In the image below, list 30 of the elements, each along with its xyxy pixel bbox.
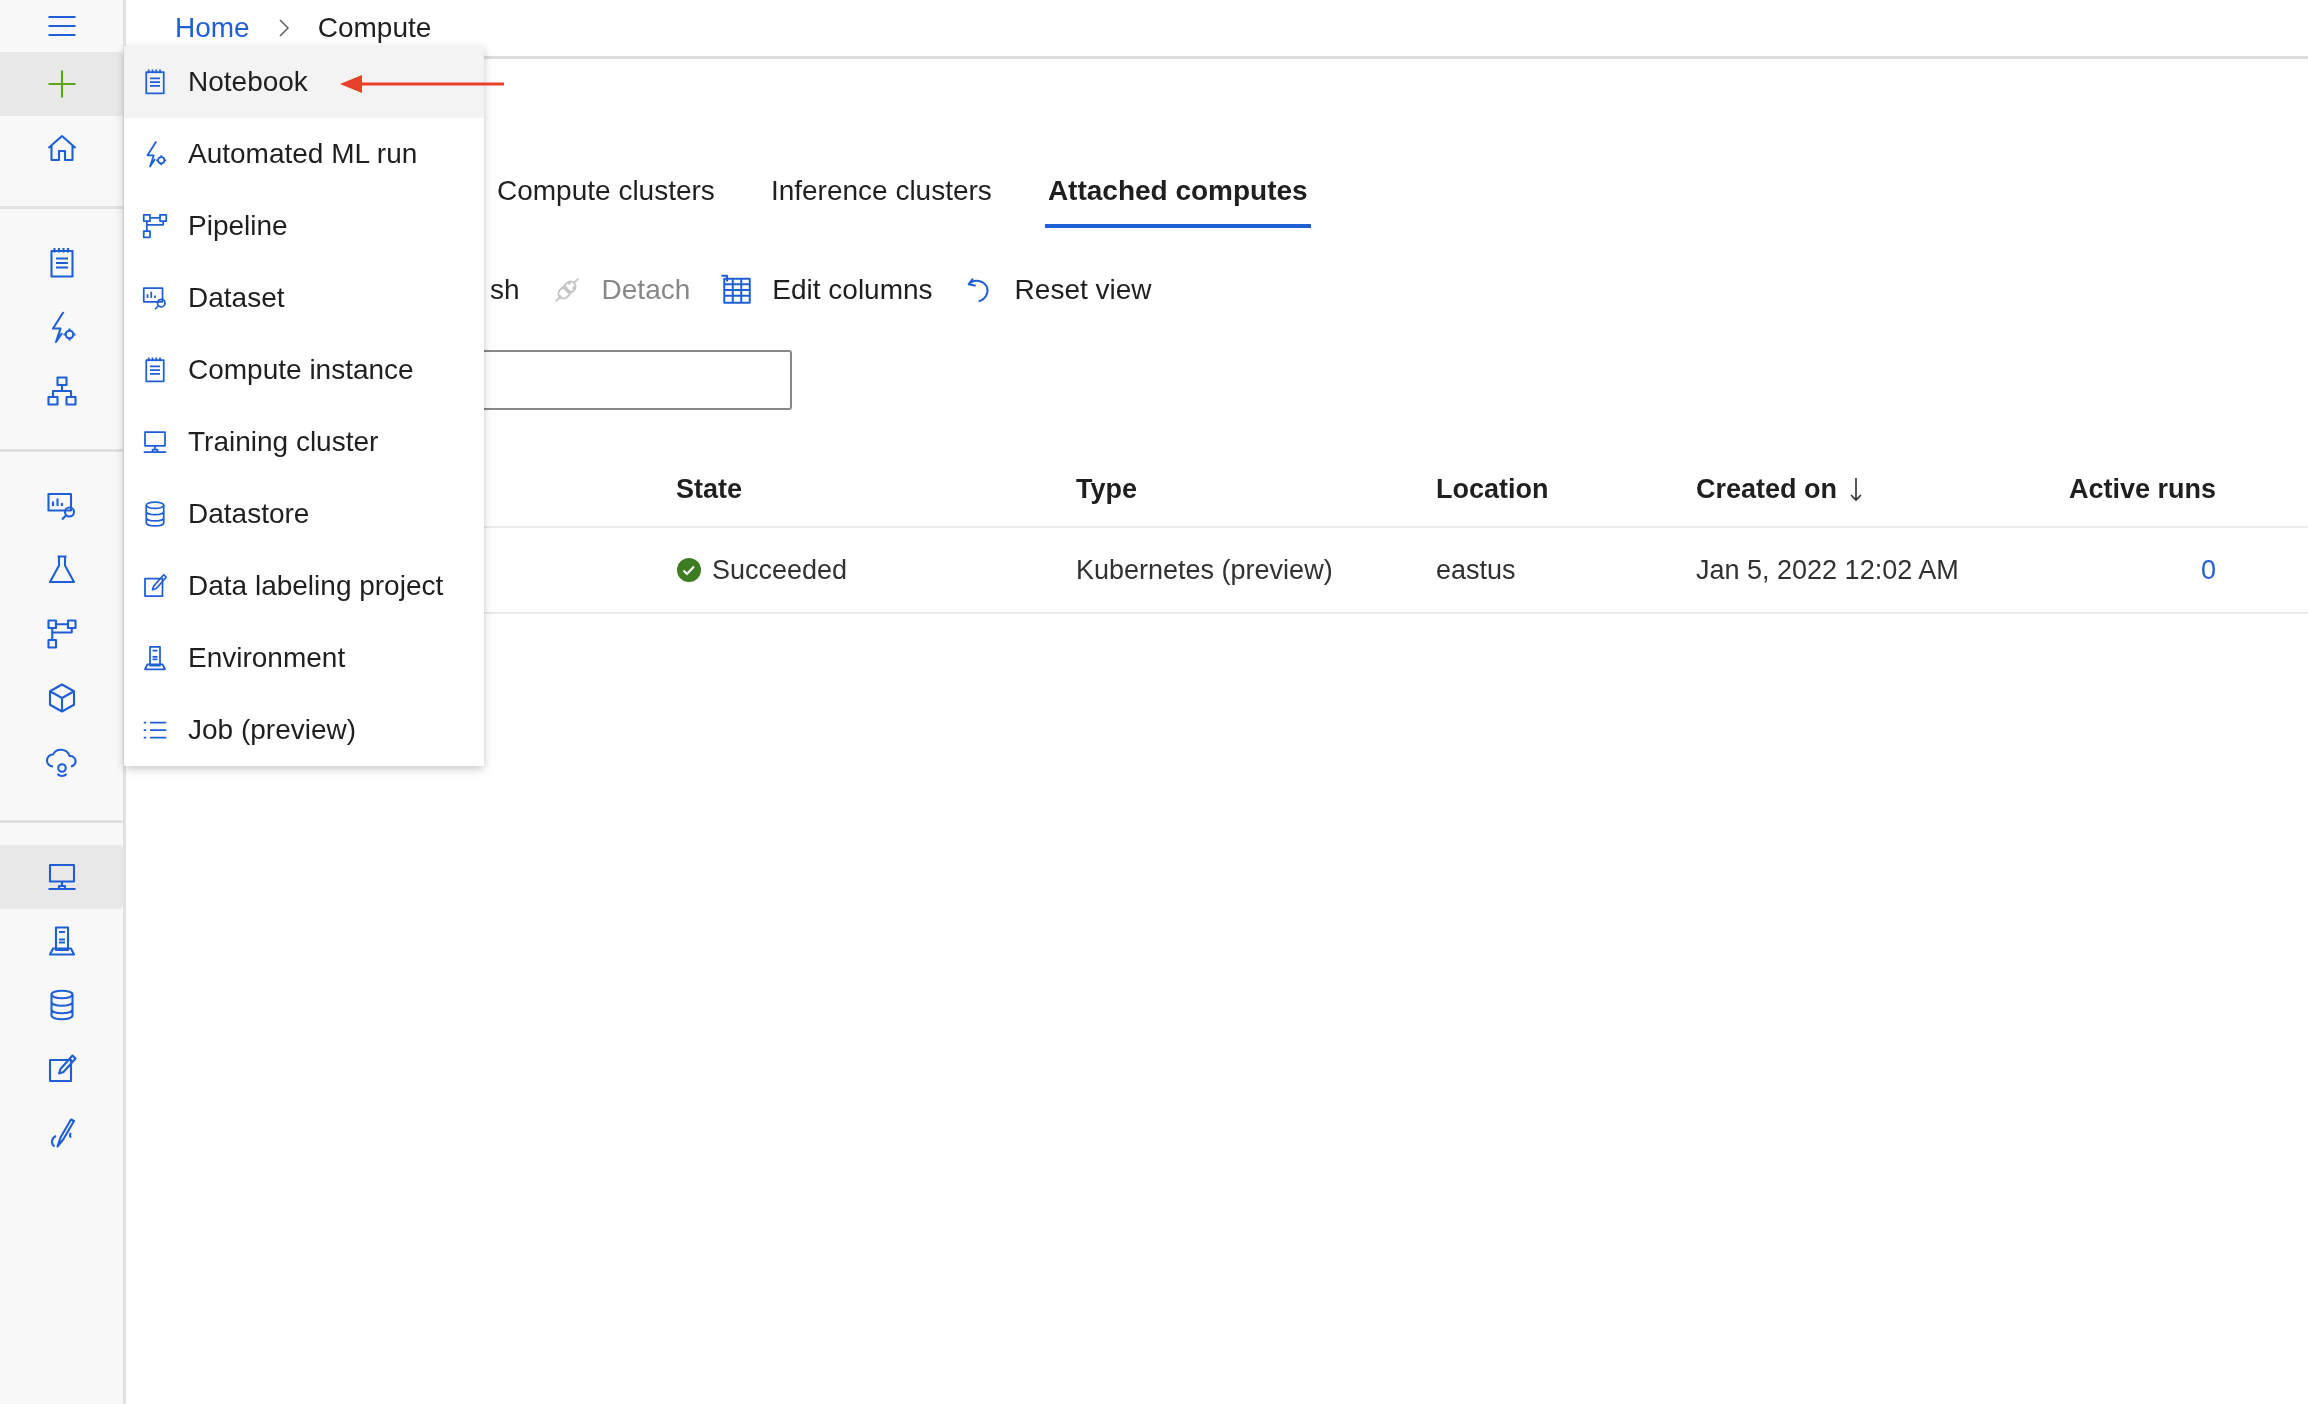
tab[interactable]: Attached computes bbox=[1044, 158, 1311, 228]
tab[interactable]: Inference clusters bbox=[767, 158, 995, 228]
breadcrumb-link[interactable]: Home bbox=[175, 12, 250, 44]
table-cell-text: Jan 5, 2022 12:02 AM bbox=[1696, 554, 1960, 586]
menu-item[interactable]: Compute instance bbox=[124, 334, 484, 406]
table-cell: Succeeded bbox=[712, 554, 848, 586]
menu-item[interactable]: Data labeling project bbox=[124, 550, 484, 622]
menu-item[interactable]: Dataset bbox=[124, 262, 484, 334]
table-cell-text: eastus bbox=[1436, 554, 1517, 586]
menu-item[interactable]: Automated ML run bbox=[124, 118, 484, 190]
column-header[interactable]: State bbox=[676, 473, 743, 505]
table-cell-text: Kubernetes (preview) bbox=[1076, 554, 1334, 586]
menu-item[interactable]: Training cluster bbox=[124, 406, 484, 478]
column-header[interactable]: Type bbox=[1076, 473, 1137, 505]
column-header[interactable]: Created on bbox=[1696, 473, 1838, 505]
toolbar-button[interactable]: Edit columns bbox=[720, 273, 933, 307]
column-header[interactable]: Location bbox=[1436, 473, 1549, 505]
menu-item[interactable]: Environment bbox=[124, 622, 484, 694]
menu-item[interactable]: Job (preview) bbox=[124, 694, 484, 766]
toolbar-button[interactable]: sh bbox=[490, 274, 520, 306]
sidebar-item[interactable] bbox=[0, 845, 123, 909]
toolbar-button[interactable]: Reset view bbox=[962, 273, 1152, 307]
active-runs-link[interactable]: 0 bbox=[2200, 554, 2216, 586]
tab[interactable]: Compute clusters bbox=[494, 158, 718, 228]
column-header[interactable]: Active runs bbox=[2068, 473, 2216, 505]
breadcrumb-current: Compute bbox=[317, 12, 432, 44]
menu-item[interactable]: Datastore bbox=[124, 478, 484, 550]
menu-item[interactable]: Notebook bbox=[124, 46, 484, 118]
pipeline-icon bbox=[140, 211, 170, 241]
menu-item[interactable]: Pipeline bbox=[124, 190, 484, 262]
